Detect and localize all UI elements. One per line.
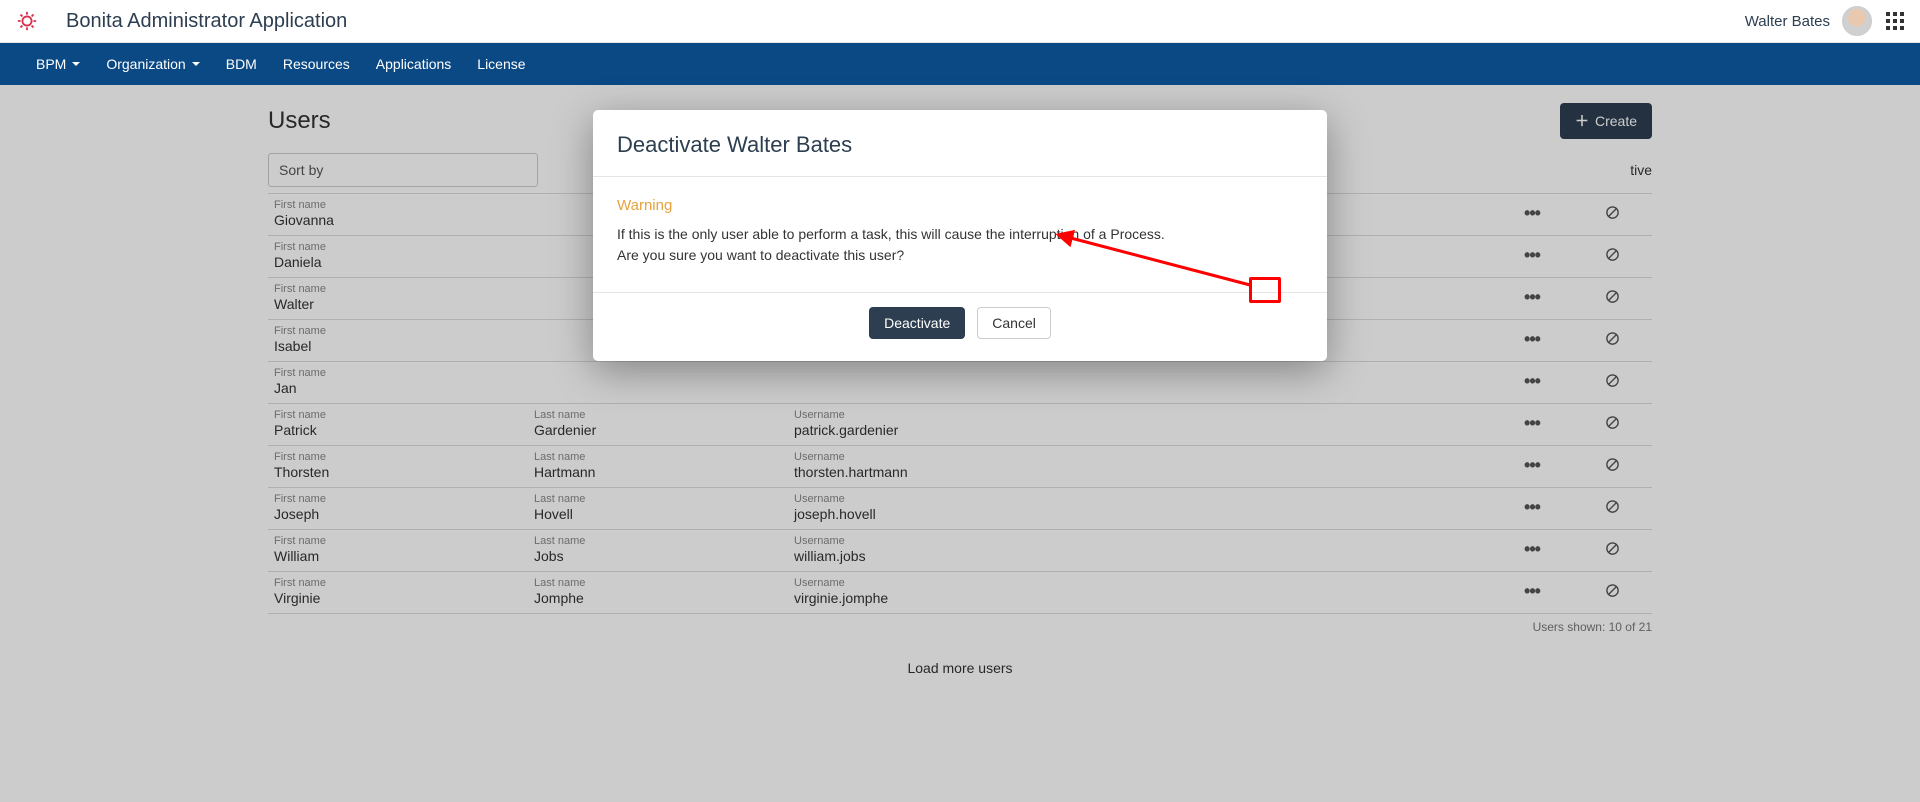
nav-item-applications[interactable]: Applications — [376, 56, 452, 72]
bonita-logo-icon — [16, 10, 38, 32]
app-title: Bonita Administrator Application — [66, 10, 347, 33]
warning-label: Warning — [617, 197, 1303, 214]
cancel-button[interactable]: Cancel — [977, 307, 1051, 339]
nav-item-bpm[interactable]: BPM — [36, 56, 80, 72]
app-switcher-icon[interactable] — [1886, 12, 1904, 30]
nav-item-label: BDM — [226, 56, 257, 72]
top-header: Bonita Administrator Application Walter … — [0, 0, 1920, 43]
nav-item-label: BPM — [36, 56, 66, 72]
nav-item-label: Applications — [376, 56, 452, 72]
nav-item-label: Organization — [106, 56, 185, 72]
current-user-name[interactable]: Walter Bates — [1745, 13, 1830, 30]
nav-item-label: License — [477, 56, 525, 72]
modal-title: Deactivate Walter Bates — [617, 132, 1303, 158]
nav-item-organization[interactable]: Organization — [106, 56, 199, 72]
deactivate-button[interactable]: Deactivate — [869, 307, 965, 339]
cancel-button-label: Cancel — [992, 315, 1036, 331]
nav-item-license[interactable]: License — [477, 56, 525, 72]
chevron-down-icon — [72, 62, 80, 66]
chevron-down-icon — [192, 62, 200, 66]
main-nav: BPM Organization BDM Resources Applications L… — [0, 43, 1920, 85]
annotation-arrow — [1055, 225, 1255, 295]
avatar[interactable] — [1842, 6, 1872, 36]
nav-item-resources[interactable]: Resources — [283, 56, 350, 72]
nav-item-bdm[interactable]: BDM — [226, 56, 257, 72]
deactivate-button-label: Deactivate — [884, 315, 950, 331]
nav-item-label: Resources — [283, 56, 350, 72]
